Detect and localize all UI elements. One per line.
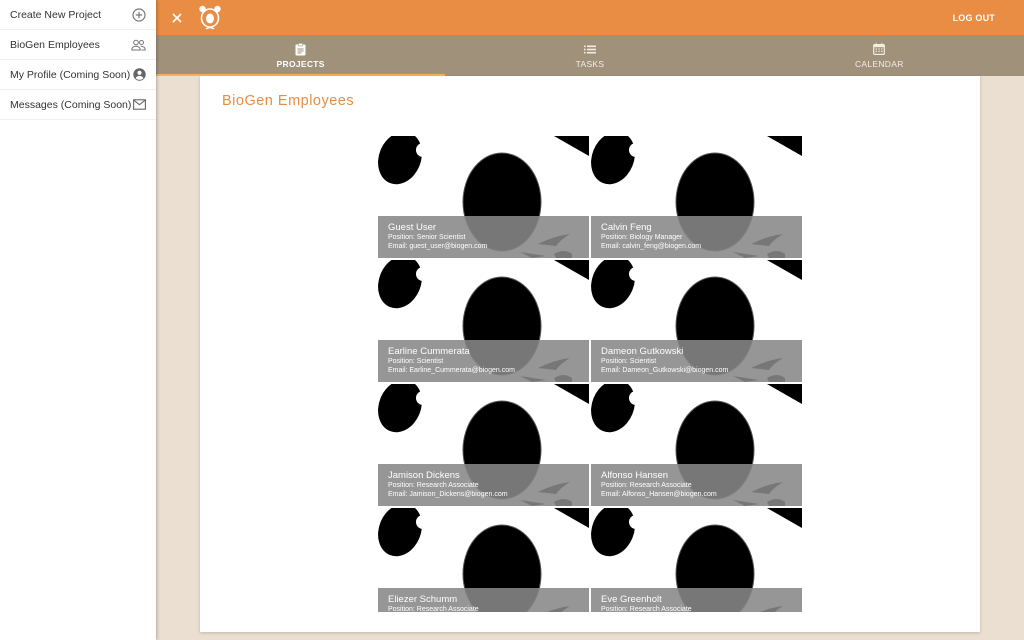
employee-email: Email: calvin_feng@biogen.com (601, 243, 702, 250)
list-icon (583, 43, 596, 56)
sidebar-item-messages[interactable]: Messages (Coming Soon) (0, 90, 156, 120)
employee-email: Email: Alfonso_Hansen@biogen.com (601, 491, 717, 498)
employee-name: Earline Cummerata (388, 346, 470, 357)
employee-info-overlay: Dameon Gutkowski Position: Scientist Ema… (591, 340, 802, 382)
mail-icon (133, 99, 146, 110)
employee-position: Position: Biology Manager (601, 234, 683, 241)
tab-calendar[interactable]: CALENDAR (735, 35, 1024, 76)
employee-card[interactable]: Calvin Feng Position: Biology Manager Em… (591, 136, 802, 258)
tab-label: CALENDAR (854, 58, 904, 69)
sidebar-item-profile[interactable]: My Profile (Coming Soon) (0, 60, 156, 90)
employee-position: Position: Research Associate (388, 606, 479, 612)
employee-info-overlay: Eliezer Schumm Position: Research Associ… (378, 588, 589, 612)
employee-grid: Guest User Position: Senior Scientist Em… (378, 136, 802, 612)
calendar-icon (873, 43, 886, 56)
employee-info-overlay: Jamison Dickens Position: Research Assoc… (378, 464, 589, 506)
employee-email: Email: Earline_Cummerata@biogen.com (388, 367, 515, 374)
close-icon[interactable] (168, 9, 186, 27)
employee-name: Dameon Gutkowski (601, 346, 684, 357)
logout-button[interactable]: LOG OUT (953, 13, 995, 23)
employee-name: Calvin Feng (601, 222, 652, 233)
top-app-bar: LOG OUT (156, 0, 1024, 35)
employee-position: Position: Scientist (388, 358, 444, 365)
employee-card[interactable]: Jamison Dickens Position: Research Assoc… (378, 384, 589, 506)
employee-info-overlay: Calvin Feng Position: Biology Manager Em… (591, 216, 802, 258)
employee-card[interactable]: Dameon Gutkowski Position: Scientist Ema… (591, 260, 802, 382)
employee-card[interactable]: Earline Cummerata Position: Scientist Em… (378, 260, 589, 382)
page-title: BioGen Employees (222, 93, 355, 109)
panda-logo-icon[interactable] (198, 5, 222, 31)
sidebar-item-employees[interactable]: BioGen Employees (0, 30, 156, 60)
account-circle-icon (133, 68, 146, 81)
sidebar-item-label: Create New Project (10, 8, 102, 21)
employee-position: Position: Research Associate (601, 606, 692, 612)
sidebar-item-create-project[interactable]: Create New Project (0, 0, 156, 30)
tab-label: PROJECTS (276, 58, 325, 69)
employee-info-overlay: Eve Greenholt Position: Research Associa… (591, 588, 802, 612)
plus-circle-icon (132, 7, 146, 22)
employee-name: Guest User (388, 222, 437, 233)
tab-label: TASKS (575, 58, 605, 69)
employee-name: Alfonso Hansen (601, 470, 669, 481)
sidebar-item-label: BioGen Employees (10, 38, 100, 51)
employee-name: Jamison Dickens (388, 470, 460, 481)
employee-email: Email: Dameon_Gutkowski@biogen.com (601, 367, 729, 374)
employee-info-overlay: Guest User Position: Senior Scientist Em… (378, 216, 589, 258)
employee-position: Position: Senior Scientist (388, 234, 466, 241)
employee-card[interactable]: Eve Greenholt Position: Research Associa… (591, 508, 802, 612)
employee-position: Position: Scientist (601, 358, 657, 365)
employee-name: Eve Greenholt (601, 594, 662, 605)
tab-projects[interactable]: PROJECTS (156, 35, 446, 76)
people-icon (131, 39, 146, 51)
tab-tasks[interactable]: TASKS (445, 35, 734, 76)
employee-card[interactable]: Eliezer Schumm Position: Research Associ… (378, 508, 589, 612)
employee-info-overlay: Earline Cummerata Position: Scientist Em… (378, 340, 589, 382)
employee-card[interactable]: Guest User Position: Senior Scientist Em… (378, 136, 589, 258)
employee-email: Email: Jamison_Dickens@biogen.com (388, 491, 508, 498)
tab-bar: PROJECTS TASKS CALENDAR (156, 35, 1024, 76)
clipboard-icon (295, 42, 306, 56)
sidebar: Create New Project BioGen Employees My P… (0, 0, 156, 640)
employee-card[interactable]: Alfonso Hansen Position: Research Associ… (591, 384, 802, 506)
sidebar-item-label: My Profile (Coming Soon) (10, 68, 131, 81)
employee-name: Eliezer Schumm (388, 594, 458, 605)
employee-position: Position: Research Associate (601, 482, 692, 489)
content-card: BioGen Employees Guest User Position: Se… (200, 76, 980, 632)
employee-info-overlay: Alfonso Hansen Position: Research Associ… (591, 464, 802, 506)
employee-email: Email: guest_user@biogen.com (388, 243, 488, 250)
employee-position: Position: Research Associate (388, 482, 479, 489)
sidebar-item-label: Messages (Coming Soon) (10, 98, 132, 111)
